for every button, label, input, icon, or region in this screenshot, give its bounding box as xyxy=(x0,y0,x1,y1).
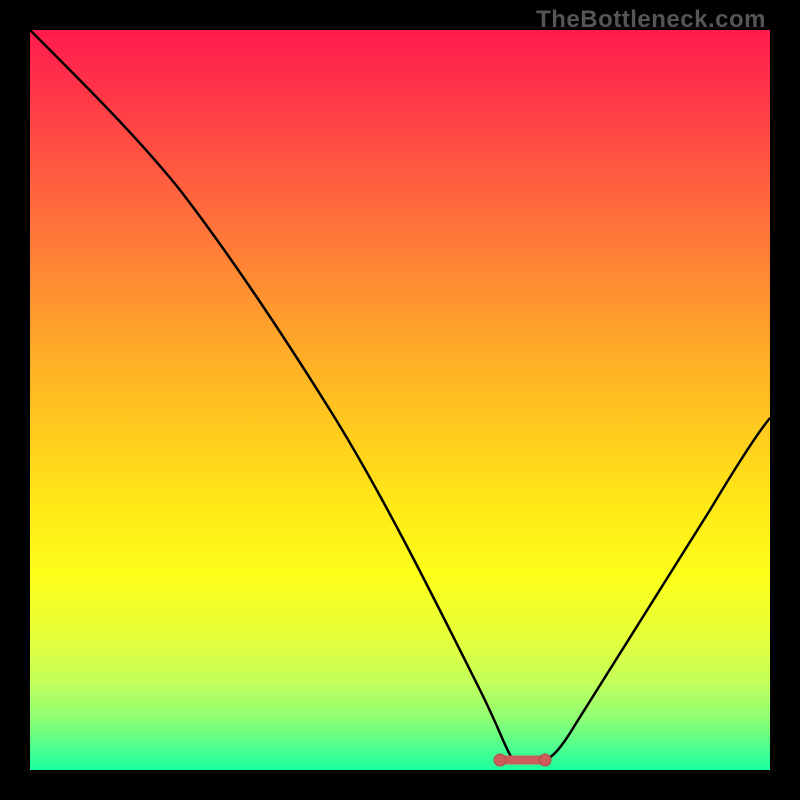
bottleneck-curve xyxy=(30,30,770,761)
optimal-start-marker xyxy=(494,754,506,766)
curve-layer xyxy=(30,30,770,770)
optimal-end-marker xyxy=(539,754,551,766)
chart-frame: TheBottleneck.com xyxy=(0,0,800,800)
